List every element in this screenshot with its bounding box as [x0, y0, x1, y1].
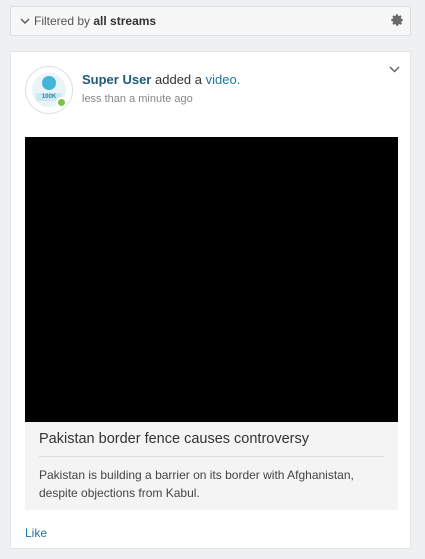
activity-line: Super User added a video. [82, 72, 240, 87]
gear-icon[interactable] [390, 13, 404, 27]
divider [39, 456, 384, 457]
chevron-down-icon[interactable] [20, 16, 30, 26]
activity-card: 100K Super User added a video. less than… [10, 51, 411, 549]
video-title[interactable]: Pakistan border fence causes controversy [39, 431, 309, 447]
stream-filter-bar[interactable]: Filtered by all streams [10, 6, 411, 36]
timestamp: less than a minute ago [82, 93, 193, 105]
video-info: Pakistan border fence causes controversy… [25, 422, 398, 510]
like-button[interactable]: Like [25, 526, 47, 540]
video-player[interactable] [25, 137, 398, 422]
filter-label: Filtered by all streams [34, 14, 156, 28]
filter-prefix: Filtered by [34, 14, 91, 28]
online-status-icon [56, 97, 67, 108]
avatar[interactable]: 100K [25, 66, 73, 114]
action-text: added a [155, 72, 202, 87]
action-link[interactable]: video [206, 72, 237, 87]
filter-value: all streams [93, 14, 157, 28]
chevron-down-icon[interactable] [389, 64, 400, 75]
action-suffix: . [236, 72, 241, 87]
globe-icon [42, 76, 56, 90]
actor-link[interactable]: Super User [82, 72, 151, 87]
video-description: Pakistan is building a barrier on its bo… [39, 468, 354, 500]
